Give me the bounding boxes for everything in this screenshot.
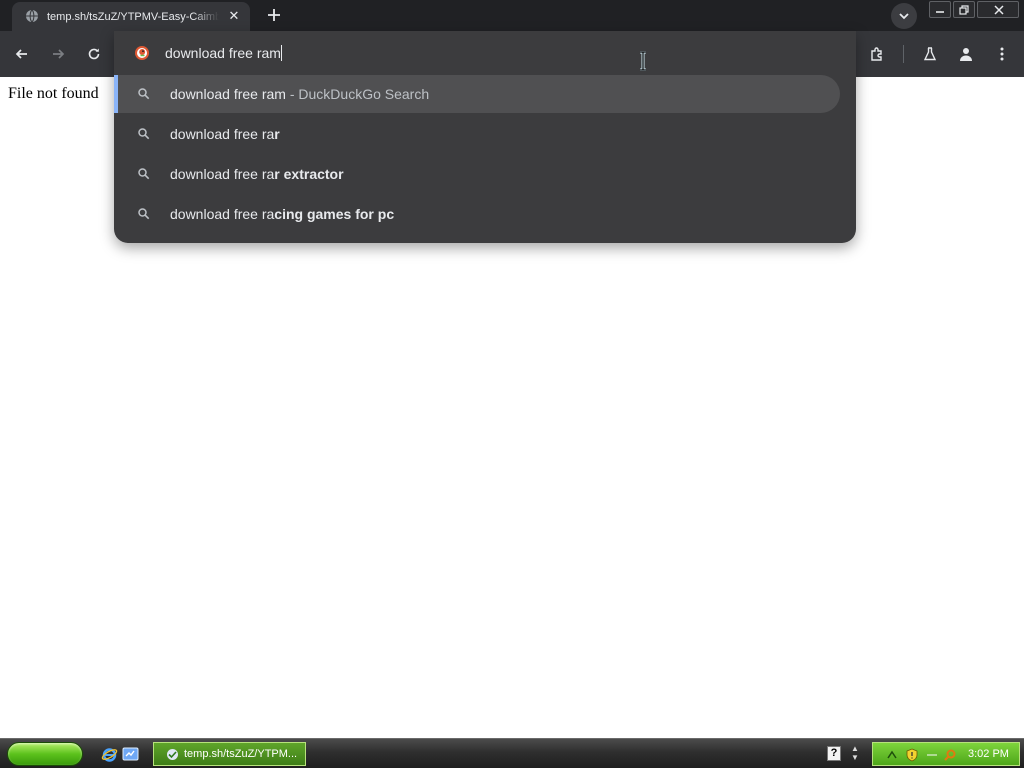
suggestion-item[interactable]: download free rar extractor	[114, 155, 840, 193]
tab-strip: temp.sh/tsZuZ/YTPMV-Easy-Caimb ✕	[0, 0, 1024, 31]
person-icon	[960, 48, 972, 61]
tab-search-button[interactable]	[891, 3, 917, 29]
extensions-button[interactable]	[864, 41, 890, 67]
reload-icon	[88, 48, 100, 60]
duckduckgo-icon	[135, 46, 149, 60]
close-icon	[994, 5, 1004, 15]
minimize-icon	[936, 11, 944, 13]
help-icon[interactable]: ?	[827, 746, 841, 761]
suggestion-text: download free racing games for pc	[170, 206, 395, 222]
profile-button[interactable]	[953, 41, 979, 67]
reload-button[interactable]	[81, 41, 107, 67]
restore-icon	[959, 5, 969, 15]
internet-explorer-icon[interactable]	[101, 746, 118, 763]
forward-button[interactable]	[45, 41, 71, 67]
back-button[interactable]	[9, 41, 35, 67]
network-icon[interactable]	[885, 748, 899, 762]
suggestion-item[interactable]: download free rar	[114, 115, 840, 153]
search-icon	[138, 168, 150, 180]
taskbar-task-browser[interactable]: temp.sh/tsZuZ/YTPM...	[153, 742, 306, 766]
search-icon	[138, 208, 150, 220]
text-caret	[280, 45, 282, 61]
tray-expand-icon[interactable]: ▲ ▼	[849, 744, 861, 764]
suggestion-text: download free rar extractor	[170, 166, 344, 182]
arrow-left-icon	[15, 49, 27, 59]
system-tray: 3:02 PM	[872, 742, 1020, 766]
new-tab-button[interactable]	[262, 4, 286, 26]
ibeam-cursor-icon	[640, 51, 646, 71]
taskbar-task-label: temp.sh/tsZuZ/YTPM...	[184, 748, 298, 760]
globe-icon	[26, 9, 38, 23]
tab-title: temp.sh/tsZuZ/YTPMV-Easy-Caimb	[47, 11, 219, 23]
omnibox-dropdown: download free ram download free ram - Du…	[114, 31, 856, 243]
menu-button[interactable]	[989, 41, 1015, 67]
omnibox[interactable]: download free ram	[114, 31, 856, 75]
more-vert-icon	[1000, 47, 1004, 61]
magnifier-icon[interactable]	[943, 748, 957, 762]
tab-close-icon[interactable]: ✕	[226, 8, 242, 24]
toolbar-divider	[903, 45, 904, 63]
plus-icon	[268, 9, 280, 21]
puzzle-icon	[871, 47, 882, 61]
minimize-button[interactable]	[929, 1, 951, 18]
volume-icon[interactable]	[925, 748, 939, 762]
suggestion-item[interactable]: download free ram - DuckDuckGo Search	[114, 75, 840, 113]
omnibox-text: download free ram	[165, 45, 281, 61]
suggestion-item[interactable]: download free racing games for pc	[114, 195, 840, 233]
arrow-right-icon	[53, 49, 65, 59]
page-body-text: File not found	[8, 85, 99, 102]
browser-tab[interactable]: temp.sh/tsZuZ/YTPMV-Easy-Caimb ✕	[12, 2, 250, 31]
search-icon	[138, 128, 150, 140]
labs-button[interactable]	[917, 41, 943, 67]
suggestion-text: download free ram - DuckDuckGo Search	[170, 86, 430, 102]
shield-icon[interactable]	[905, 748, 919, 762]
taskbar-clock: 3:02 PM	[968, 748, 1009, 760]
chevron-down-icon	[899, 13, 909, 20]
show-desktop-icon[interactable]	[122, 746, 139, 763]
browser-icon	[167, 749, 178, 760]
start-button[interactable]	[7, 742, 83, 766]
suggestion-text: download free rar	[170, 126, 280, 142]
taskbar: temp.sh/tsZuZ/YTPM... ? ▲ ▼ 3:02 PM	[0, 738, 1024, 768]
search-icon	[138, 88, 150, 100]
flask-icon	[923, 47, 937, 61]
restore-button[interactable]	[953, 1, 975, 18]
close-window-button[interactable]	[977, 1, 1019, 18]
